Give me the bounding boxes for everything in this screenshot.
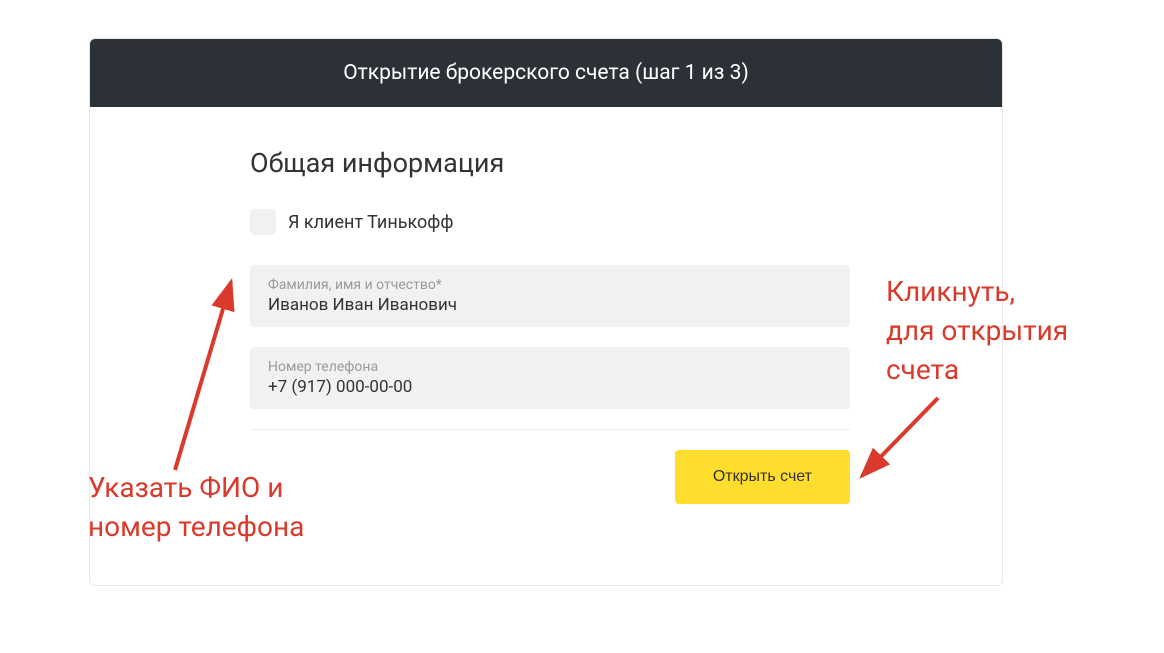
client-checkbox-label: Я клиент Тинькофф bbox=[288, 212, 453, 233]
annotation-left: Указать ФИО иномер телефона bbox=[88, 468, 304, 546]
annotation-right: Кликнуть,для открытиясчета bbox=[886, 272, 1068, 390]
open-account-button[interactable]: Открыть счет bbox=[675, 450, 850, 504]
button-row: Открыть счет bbox=[250, 450, 850, 504]
client-checkbox[interactable] bbox=[250, 209, 276, 235]
section-title: Общая информация bbox=[250, 147, 922, 179]
form-content: Общая информация Я клиент Тинькофф Фамил… bbox=[90, 107, 1002, 504]
step-header: Открытие брокерского счета (шаг 1 из 3) bbox=[90, 39, 1002, 107]
divider bbox=[250, 429, 850, 430]
phone-label: Номер телефона bbox=[268, 359, 832, 375]
fullname-value: Иванов Иван Иванович bbox=[268, 295, 832, 315]
client-checkbox-row: Я клиент Тинькофф bbox=[250, 209, 922, 235]
phone-value: +7 (917) 000-00-00 bbox=[268, 377, 832, 397]
fullname-label: Фамилия, имя и отчество* bbox=[268, 277, 832, 293]
header-title: Открытие брокерского счета (шаг 1 из 3) bbox=[343, 61, 749, 85]
fullname-field[interactable]: Фамилия, имя и отчество* Иванов Иван Ива… bbox=[250, 265, 850, 327]
phone-field[interactable]: Номер телефона +7 (917) 000-00-00 bbox=[250, 347, 850, 409]
